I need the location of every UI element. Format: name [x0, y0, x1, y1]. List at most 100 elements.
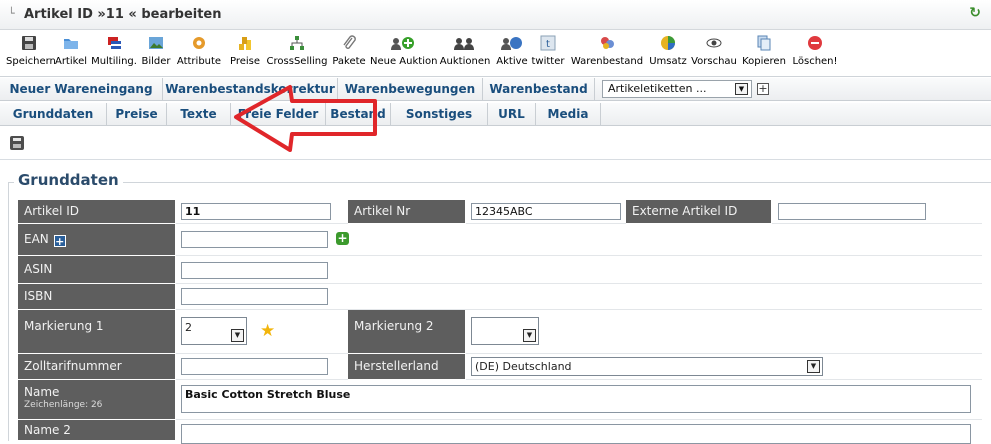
stock-icon [599, 35, 615, 51]
herstellerland-select[interactable]: (DE) Deutschland ▼ [471, 357, 823, 376]
save-icon [21, 35, 37, 51]
zolltarifnummer-field[interactable] [181, 358, 328, 375]
nav-warenbewegungen[interactable]: Warenbewegungen [338, 78, 483, 101]
add-ean-icon[interactable]: + [336, 232, 349, 245]
externe-artikel-id-field[interactable] [778, 203, 926, 220]
tab-grunddaten[interactable]: Grunddaten [0, 103, 107, 126]
aktive-button[interactable]: Aktive [494, 35, 530, 75]
loeschen-button[interactable]: Löschen! [790, 35, 840, 75]
eye-icon [706, 35, 722, 51]
price-icon [237, 35, 253, 51]
twitter-button[interactable]: t twitter [530, 35, 566, 75]
tab-url[interactable]: URL [488, 103, 536, 126]
nav-warenbestandskorrektur[interactable]: Warenbestandskorrektur [163, 78, 338, 101]
refresh-icon[interactable]: ↻ [969, 5, 981, 21]
toolbar-label: Bilder [141, 56, 171, 67]
toolbar-label: Warenbestand [570, 56, 644, 67]
externe-artikel-id-label: Externe Artikel ID [626, 200, 772, 224]
label-text: Artikel ID [24, 204, 80, 218]
toolbar-label: Löschen! [792, 56, 838, 67]
toolbar-label: Preise [229, 56, 261, 67]
name-label: Name Zeichenlänge: 26 [18, 380, 176, 420]
zolltarifnummer-label: Zolltarifnummer [18, 354, 176, 380]
nav-neuer-wareneingang[interactable]: Neuer Wareneingang [0, 78, 163, 101]
delete-icon [807, 35, 823, 51]
warenbestand-toolbar-button[interactable]: Warenbestand [566, 35, 648, 75]
toolbar-label: twitter [531, 56, 565, 67]
kopieren-button[interactable]: Kopieren [740, 35, 788, 75]
paperclip-icon [341, 35, 357, 51]
markierung-1-label: Markierung 1 [18, 310, 176, 354]
flags-icon [106, 35, 122, 51]
chevron-down-icon: ▼ [523, 329, 536, 342]
markierung-1-select[interactable]: 2 ▼ [181, 317, 247, 345]
isbn-field[interactable] [181, 288, 328, 305]
tab-media[interactable]: Media [536, 103, 601, 126]
artikel-nr-field[interactable]: 12345ABC [471, 203, 621, 220]
pakete-button[interactable]: Pakete [330, 35, 368, 75]
asin-label: ASIN [18, 256, 176, 284]
externe-artikel-id-cell [772, 200, 982, 224]
artikeletiketten-select[interactable]: Artikeletiketten ... ▼ [602, 80, 752, 98]
tab-freie-felder[interactable]: Freie Felder [231, 103, 326, 126]
name-cell: Basic Cotton Stretch Bluse [176, 380, 982, 420]
label-text: ISBN [24, 289, 53, 303]
bilder-button[interactable]: Bilder [140, 35, 172, 75]
article-tabs: Grunddaten Preise Texte Freie Felder Bes… [0, 103, 991, 126]
toolbar-label: CrossSelling [266, 56, 328, 67]
toolbar-label: Neue Auktion [370, 56, 438, 67]
name-2-cell [176, 420, 982, 444]
artikel-nr-cell: 12345ABC [466, 200, 626, 224]
chevron-down-icon: ▼ [231, 329, 244, 342]
artikel-nr-label: Artikel Nr [348, 200, 466, 224]
multiling-button[interactable]: Multiling. [90, 35, 138, 75]
artikel-button[interactable]: Artikel [54, 35, 88, 75]
label-text: Herstellerland [354, 359, 439, 373]
markierung-1-value: 2 [185, 321, 192, 334]
chevron-down-icon: ▼ [735, 83, 748, 95]
artikeletiketten-value: Artikeletiketten ... [608, 82, 707, 95]
artikel-id-field[interactable]: 11 [181, 203, 331, 220]
nav-warenbestand[interactable]: Warenbestand [483, 78, 595, 101]
herstellerland-label: Herstellerland [348, 354, 466, 380]
save-icon[interactable] [10, 136, 24, 150]
preise-button[interactable]: Preise [226, 35, 264, 75]
auctions-icon [452, 35, 478, 51]
tab-preise[interactable]: Preise [107, 103, 167, 126]
name-2-field[interactable] [181, 424, 971, 444]
name-length-hint: Zeichenlänge: 26 [24, 400, 103, 410]
page-title: Artikel ID »11 « bearbeiten [24, 7, 222, 22]
name-field[interactable]: Basic Cotton Stretch Bluse [181, 385, 971, 413]
toolbar-label: Multiling. [91, 56, 137, 67]
umsatz-button[interactable]: Umsatz [648, 35, 688, 75]
save-button[interactable]: Speichern [6, 35, 56, 75]
revenue-icon [660, 35, 676, 51]
form-action-bar [0, 128, 991, 160]
copy-icon [756, 35, 772, 51]
label-text: Markierung 1 [24, 319, 104, 333]
isbn-cell [176, 284, 982, 310]
neue-auktion-button[interactable]: Neue Auktion [370, 35, 438, 75]
auktionen-button[interactable]: Auktionen [438, 35, 492, 75]
markierung-2-select[interactable]: ▼ [471, 317, 539, 345]
toolbar-label: Pakete [332, 56, 366, 67]
vorschau-button[interactable]: Vorschau [690, 35, 738, 75]
toolbar-label: Speichern [6, 56, 56, 67]
ean-info-icon[interactable]: + [53, 235, 66, 247]
tab-texte[interactable]: Texte [167, 103, 231, 126]
ean-field[interactable] [181, 231, 328, 248]
crossselling-button[interactable]: CrossSelling [266, 35, 328, 75]
artikel-id-label: Artikel ID [18, 200, 176, 224]
asin-cell [176, 256, 982, 284]
toolbar-label: Attribute [176, 56, 222, 67]
ean-label: EAN + [18, 224, 176, 256]
tab-sonstiges[interactable]: Sonstiges [391, 103, 488, 126]
tab-bestand[interactable]: Bestand [326, 103, 391, 126]
add-label-button[interactable]: + [757, 83, 769, 95]
label-text: Name 2 [24, 423, 71, 437]
toolbar-label: Aktive [496, 56, 528, 67]
markierung-2-cell: ▼ [466, 310, 982, 354]
star-icon: ★ [260, 321, 276, 341]
asin-field[interactable] [181, 262, 328, 279]
attribute-button[interactable]: Attribute [174, 35, 224, 75]
